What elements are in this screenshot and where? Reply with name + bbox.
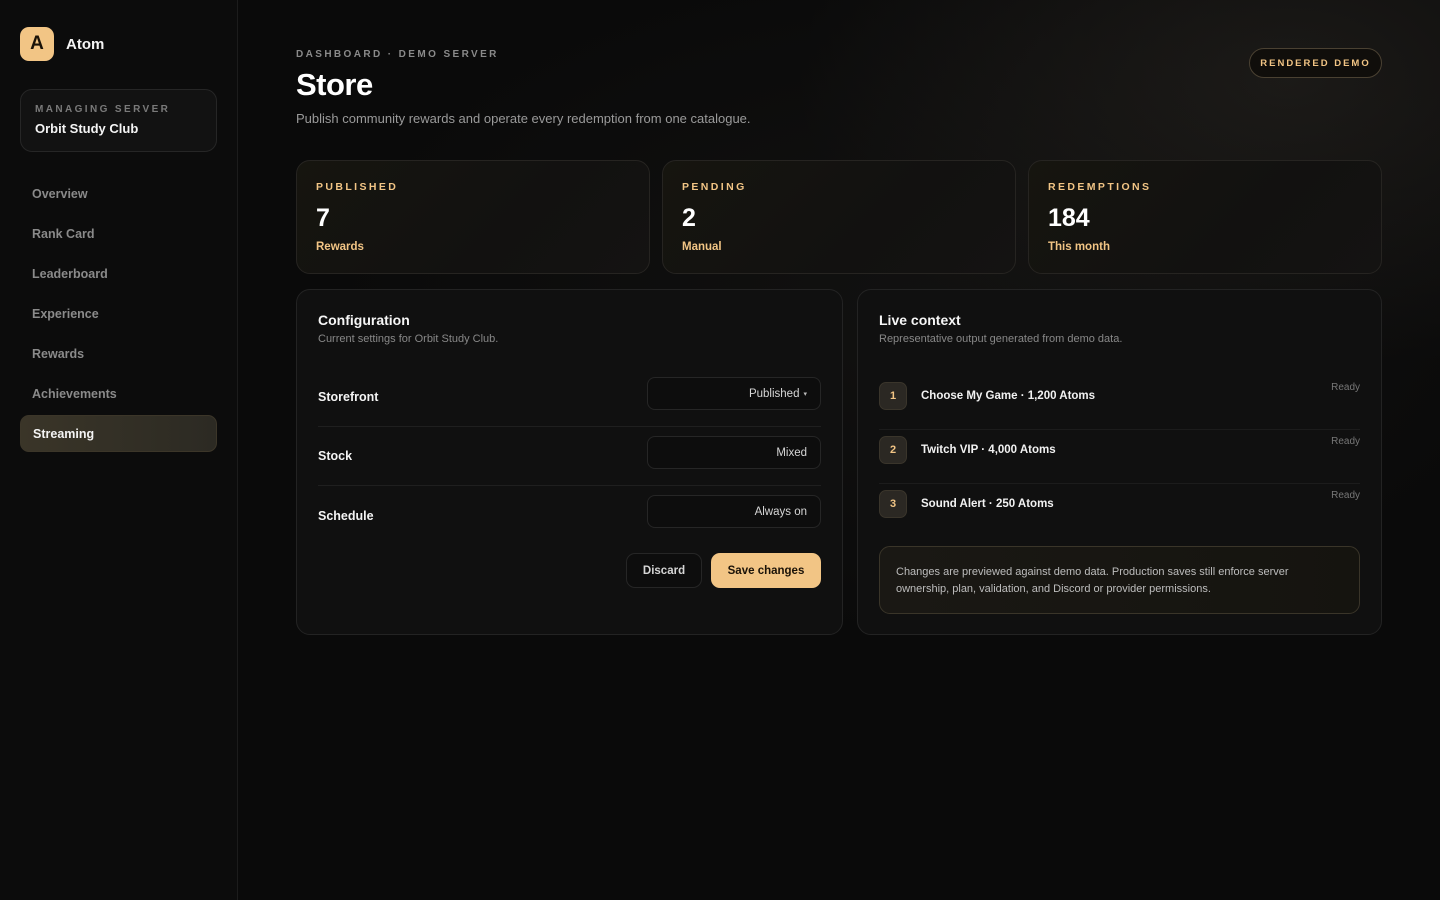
item-text: Sound Alert · 250 Atoms	[921, 498, 1054, 510]
status-label: Ready	[1331, 382, 1360, 393]
stat-value: 7	[316, 204, 330, 232]
list-item: 3 Sound Alert · 250 Atoms Ready	[879, 484, 1360, 538]
panel-subtitle: Current settings for Orbit Study Club.	[318, 333, 499, 345]
server-selector[interactable]: MANAGING SERVER Orbit Study Club	[20, 89, 217, 152]
panel-title: Live context	[879, 312, 961, 328]
config-label: Schedule	[318, 508, 374, 523]
sidebar-item-leaderboard[interactable]: Leaderboard	[20, 255, 217, 292]
save-changes-button[interactable]: Save changes	[711, 553, 821, 588]
sidebar-item-streaming[interactable]: Streaming	[20, 415, 217, 452]
config-row-schedule: Schedule Always on	[318, 486, 821, 545]
caret-down-icon: ▾	[803, 390, 807, 398]
stat-card-published: PUBLISHED 7 Rewards	[296, 160, 650, 274]
config-rows: Storefront Published ▾ Stock Mixed Sched…	[318, 368, 821, 545]
server-name: Orbit Study Club	[35, 121, 139, 136]
select-value: Published	[748, 387, 800, 400]
field-value: Always on	[754, 505, 807, 518]
sidebar-item-rewards[interactable]: Rewards	[20, 335, 217, 372]
panel-title: Configuration	[318, 312, 410, 328]
item-number: 3	[879, 490, 907, 518]
item-number: 1	[879, 381, 907, 410]
config-row-storefront: Storefront Published ▾	[318, 368, 821, 427]
page-title: Store	[296, 67, 373, 102]
sidebar-item-rank-card[interactable]: Rank Card	[20, 215, 217, 252]
stat-sub: Manual	[682, 241, 722, 253]
config-row-stock: Stock Mixed	[318, 427, 821, 486]
brand[interactable]: A Atom	[20, 27, 104, 61]
stat-value: 184	[1048, 204, 1090, 232]
live-context-panel: Live context Representative output gener…	[857, 289, 1382, 635]
storefront-select[interactable]: Published ▾	[647, 377, 821, 410]
server-label: MANAGING SERVER	[35, 104, 171, 115]
config-label: Storefront	[318, 390, 379, 404]
stock-field[interactable]: Mixed	[647, 436, 821, 469]
stat-card-redemptions: REDEMPTIONS 184 This month	[1028, 160, 1382, 274]
stat-label: REDEMPTIONS	[1048, 181, 1152, 193]
status-label: Ready	[1331, 490, 1360, 501]
list-item: 2 Twitch VIP · 4,000 Atoms Ready	[879, 430, 1360, 484]
context-list: 1 Choose My Game · 1,200 Atoms Ready 2 T…	[879, 376, 1360, 538]
stat-value: 2	[682, 204, 696, 232]
preview-notice: Changes are previewed against demo data.…	[879, 546, 1360, 614]
sidebar-item-achievements[interactable]: Achievements	[20, 375, 217, 412]
sidebar-nav: Overview Rank Card Leaderboard Experienc…	[20, 175, 217, 455]
stat-sub: Rewards	[316, 241, 364, 253]
brand-name: Atom	[66, 35, 105, 53]
item-number: 2	[879, 435, 907, 464]
sidebar: A Atom MANAGING SERVER Orbit Study Club …	[0, 0, 238, 900]
stat-card-pending: PENDING 2 Manual	[662, 160, 1016, 274]
list-item: 1 Choose My Game · 1,200 Atoms Ready	[879, 376, 1360, 430]
stats-row: PUBLISHED 7 Rewards PENDING 2 Manual RED…	[296, 160, 1382, 274]
stat-sub: This month	[1048, 241, 1110, 253]
page-subtitle: Publish community rewards and operate ev…	[296, 111, 751, 126]
item-text: Twitch VIP · 4,000 Atoms	[921, 443, 1056, 456]
sidebar-item-overview[interactable]: Overview	[20, 175, 217, 212]
panel-subtitle: Representative output generated from dem…	[879, 333, 1123, 345]
stat-label: PENDING	[682, 181, 747, 193]
config-label: Stock	[318, 449, 353, 463]
brand-logo: A	[20, 27, 54, 61]
status-label: Ready	[1331, 436, 1360, 447]
item-text: Choose My Game · 1,200 Atoms	[921, 389, 1096, 402]
field-value: Mixed	[776, 446, 807, 459]
configuration-panel: Configuration Current settings for Orbit…	[296, 289, 843, 635]
stat-label: PUBLISHED	[316, 181, 399, 193]
schedule-field[interactable]: Always on	[647, 495, 821, 528]
rendered-demo-badge: RENDERED DEMO	[1249, 48, 1382, 78]
sidebar-item-experience[interactable]: Experience	[20, 295, 217, 332]
discard-button[interactable]: Discard	[626, 553, 702, 588]
breadcrumb: DASHBOARD · DEMO SERVER	[296, 49, 499, 60]
